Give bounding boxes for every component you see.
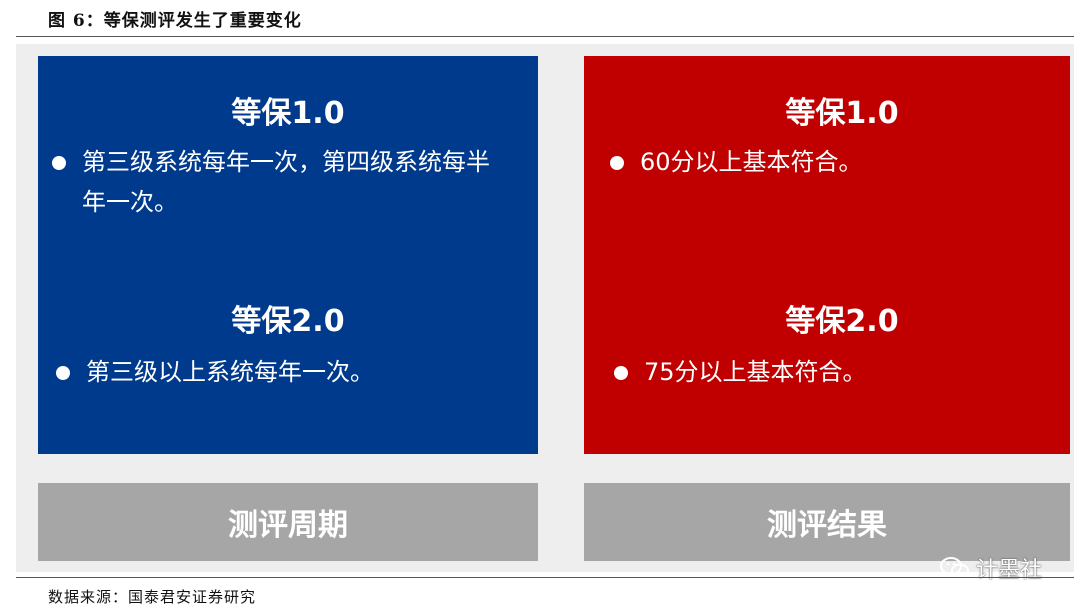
result-v2-heading: 等保2.0 <box>785 304 899 339</box>
result-v2-bullet: 75分以上基本符合。 <box>614 352 1054 392</box>
cycle-v2-heading: 等保2.0 <box>231 304 345 339</box>
cycle-v2-text: 第三级以上系统每年一次。 <box>86 358 374 386</box>
result-v1-bullet: 60分以上基本符合。 <box>610 142 1050 182</box>
result-label-box: 测评结果 <box>584 483 1070 561</box>
cycle-label-box: 测评周期 <box>38 483 538 561</box>
cycle-card: 等保1.0 第三级系统每年一次，第四级系统每半年一次。 等保2.0 第三级以上系… <box>38 56 538 454</box>
cycle-v1-heading: 等保1.0 <box>231 96 345 131</box>
bottom-divider <box>16 577 1074 578</box>
cycle-v1-bullet: 第三级系统每年一次，第四级系统每半年一次。 <box>52 142 512 222</box>
top-divider <box>16 36 1074 37</box>
figure-title: 图 6：等保测评发生了重要变化 <box>48 11 302 31</box>
bullet-icon <box>610 156 624 170</box>
result-v1-heading: 等保1.0 <box>785 96 899 131</box>
result-v2-text: 75分以上基本符合。 <box>644 358 867 386</box>
source-note: 数据来源：国泰君安证券研究 <box>48 588 257 606</box>
result-v1-text: 60分以上基本符合。 <box>640 148 863 176</box>
bullet-icon <box>52 156 66 170</box>
cycle-v2-bullet: 第三级以上系统每年一次。 <box>56 352 516 392</box>
watermark-text: 计墨社 <box>975 558 1042 583</box>
watermark: 计墨社 <box>939 552 1042 584</box>
bullet-icon <box>56 366 70 380</box>
result-card: 等保1.0 60分以上基本符合。 等保2.0 75分以上基本符合。 <box>584 56 1070 454</box>
bullet-icon <box>614 366 628 380</box>
comparison-panel: 等保1.0 第三级系统每年一次，第四级系统每半年一次。 等保2.0 第三级以上系… <box>16 44 1074 572</box>
cycle-v1-text: 第三级系统每年一次，第四级系统每半年一次。 <box>82 148 490 216</box>
